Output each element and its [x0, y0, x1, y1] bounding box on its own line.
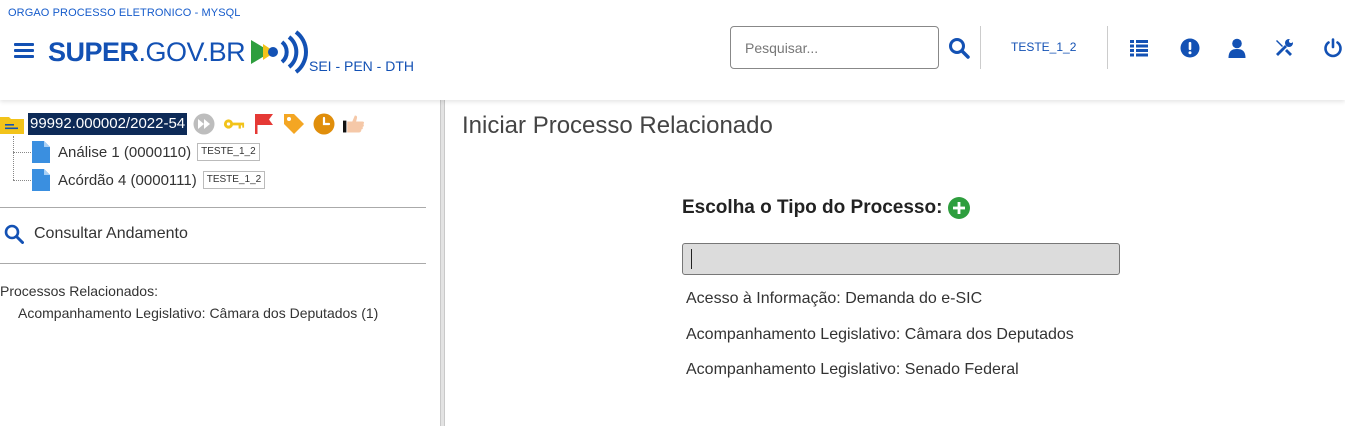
process-type-option[interactable]: Acompanhamento Legislativo: Senado Feder… — [686, 361, 1019, 379]
unit-tag[interactable]: TESTE_1_2 — [202, 171, 266, 189]
consult-progress-link[interactable]: Consultar Andamento — [4, 224, 188, 244]
search-field[interactable] — [730, 26, 939, 69]
document-label[interactable]: Acórdão 4 (0000111) — [58, 172, 197, 189]
process-type-label-text: Escolha o Tipo do Processo: — [682, 197, 943, 218]
tools-icon[interactable] — [1273, 37, 1295, 59]
unit-tag[interactable]: TESTE_1_2 — [197, 143, 260, 161]
menu-icon[interactable] — [14, 43, 34, 59]
flag-icon[interactable] — [253, 113, 275, 135]
alert-icon[interactable] — [1179, 37, 1201, 59]
search-icon — [4, 224, 24, 244]
divider — [0, 207, 426, 208]
tree-root: 99992.000002/2022-54 — [0, 112, 365, 136]
tag-icon[interactable] — [283, 113, 305, 135]
power-icon[interactable] — [1322, 37, 1344, 59]
search-icon[interactable] — [948, 37, 970, 59]
process-type-option[interactable]: Acesso à Informação: Demanda do e-SIC — [686, 290, 982, 308]
header-divider — [980, 26, 981, 69]
logo-rest: .GOV.BR — [138, 36, 246, 67]
brand-mark-icon — [251, 30, 309, 74]
tree-document-row[interactable]: Análise 1 (0000110) TESTE_1_2 — [32, 140, 260, 164]
folder-icon[interactable] — [0, 114, 24, 134]
search-input[interactable] — [745, 39, 924, 56]
text-caret — [691, 249, 692, 269]
org-name: ORGAO PROCESSO ELETRONICO - MYSQL — [8, 7, 241, 19]
system-subtitle: SEI - PEN - DTH — [309, 58, 415, 74]
consult-progress-label: Consultar Andamento — [34, 225, 188, 242]
fast-forward-icon[interactable] — [193, 113, 215, 135]
logo-bold: SUPER — [48, 36, 139, 67]
logo[interactable]: SUPER.GOV.BR — [48, 30, 311, 74]
related-processes-title: Processos Relacionados: — [0, 283, 158, 299]
related-process-item[interactable]: Acompanhamento Legislativo: Câmara dos D… — [18, 305, 378, 321]
unit-selector[interactable]: TESTE_1_2 — [1011, 40, 1076, 54]
tree-connector — [13, 152, 31, 153]
process-tree-panel: 99992.000002/2022-54 Análise 1 (0000110)… — [0, 100, 440, 426]
top-header: ORGAO PROCESSO ELETRONICO - MYSQL SUPER.… — [0, 0, 1345, 100]
key-icon[interactable] — [223, 113, 245, 135]
process-type-option[interactable]: Acompanhamento Legislativo: Câmara dos D… — [686, 326, 1074, 344]
tree-connector — [13, 136, 14, 180]
process-type-input[interactable] — [682, 243, 1120, 275]
page-title: Iniciar Processo Relacionado — [462, 112, 773, 139]
panel-list-icon[interactable] — [1128, 37, 1150, 59]
tree-document-row[interactable]: Acórdão 4 (0000111) TESTE_1_2 — [32, 168, 266, 192]
clock-icon[interactable] — [313, 113, 335, 135]
tree-connector — [13, 180, 31, 181]
panel-splitter[interactable] — [440, 100, 445, 426]
process-number[interactable]: 99992.000002/2022-54 — [28, 113, 188, 135]
divider — [0, 263, 426, 264]
document-icon[interactable] — [32, 169, 50, 191]
hand-icon[interactable] — [343, 113, 365, 135]
header-divider — [1107, 26, 1108, 69]
document-icon[interactable] — [32, 141, 50, 163]
add-circle-icon[interactable] — [948, 197, 971, 219]
document-label[interactable]: Análise 1 (0000110) — [58, 144, 191, 161]
user-icon[interactable] — [1226, 37, 1248, 59]
process-type-label: Escolha o Tipo do Processo: — [682, 197, 971, 219]
